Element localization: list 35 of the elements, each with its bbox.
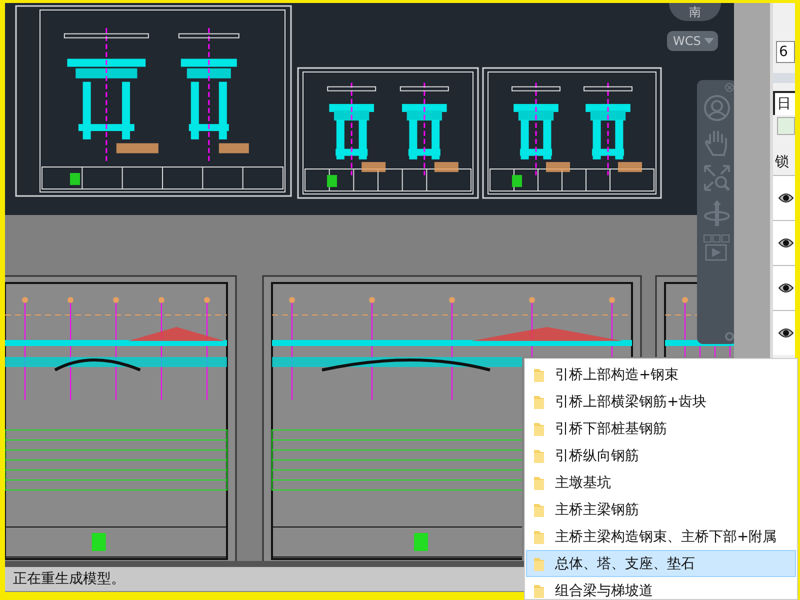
- layer-swatch[interactable]: [777, 117, 795, 135]
- column-header: 锁: [774, 153, 790, 172]
- caret-icon: [704, 38, 714, 44]
- showmotion-icon[interactable]: [703, 234, 731, 262]
- folder-icon: [533, 556, 545, 572]
- folder-icon: [533, 366, 545, 382]
- panel-tab[interactable]: 日: [773, 91, 795, 115]
- menu-item[interactable]: 主墩基坑: [526, 469, 796, 496]
- menu-item[interactable]: 引桥上部构造+钢束: [526, 361, 796, 388]
- menu-item[interactable]: 引桥上部横梁钢筋+齿块: [526, 388, 796, 415]
- folder-icon: [533, 582, 545, 598]
- eye-icon[interactable]: [778, 282, 794, 294]
- eye-icon[interactable]: [778, 192, 794, 204]
- eye-icon[interactable]: [778, 327, 794, 339]
- folder-icon: [533, 394, 545, 410]
- folder-icon: [533, 502, 545, 518]
- folder-icon: [533, 420, 545, 436]
- close-icon[interactable]: [725, 83, 734, 92]
- menu-item[interactable]: 引桥下部桩基钢筋: [526, 415, 796, 442]
- zoom-icon[interactable]: [703, 164, 731, 192]
- hand-pan-icon[interactable]: [704, 128, 730, 158]
- folder-icon: [533, 448, 545, 464]
- menu-item[interactable]: 总体、塔、支座、垫石: [526, 550, 796, 577]
- steering-wheel-icon[interactable]: [703, 94, 731, 122]
- status-text: 正在重生成模型。: [12, 570, 125, 588]
- folder-icon: [533, 528, 545, 544]
- menu-item[interactable]: 主桥主梁钢筋: [526, 496, 796, 523]
- ucs-menu-button[interactable]: WCS: [667, 31, 718, 51]
- folder-icon: [533, 474, 545, 490]
- menu-item[interactable]: 组合梁与梯坡道: [526, 577, 796, 599]
- menu-item[interactable]: 引桥纵向钢筋: [526, 442, 796, 469]
- eye-icon[interactable]: [778, 237, 794, 249]
- input-field[interactable]: 6: [776, 41, 795, 63]
- menu-item[interactable]: 主桥主梁构造钢束、主桥下部+附属: [526, 523, 796, 550]
- orbit-icon[interactable]: [703, 198, 731, 228]
